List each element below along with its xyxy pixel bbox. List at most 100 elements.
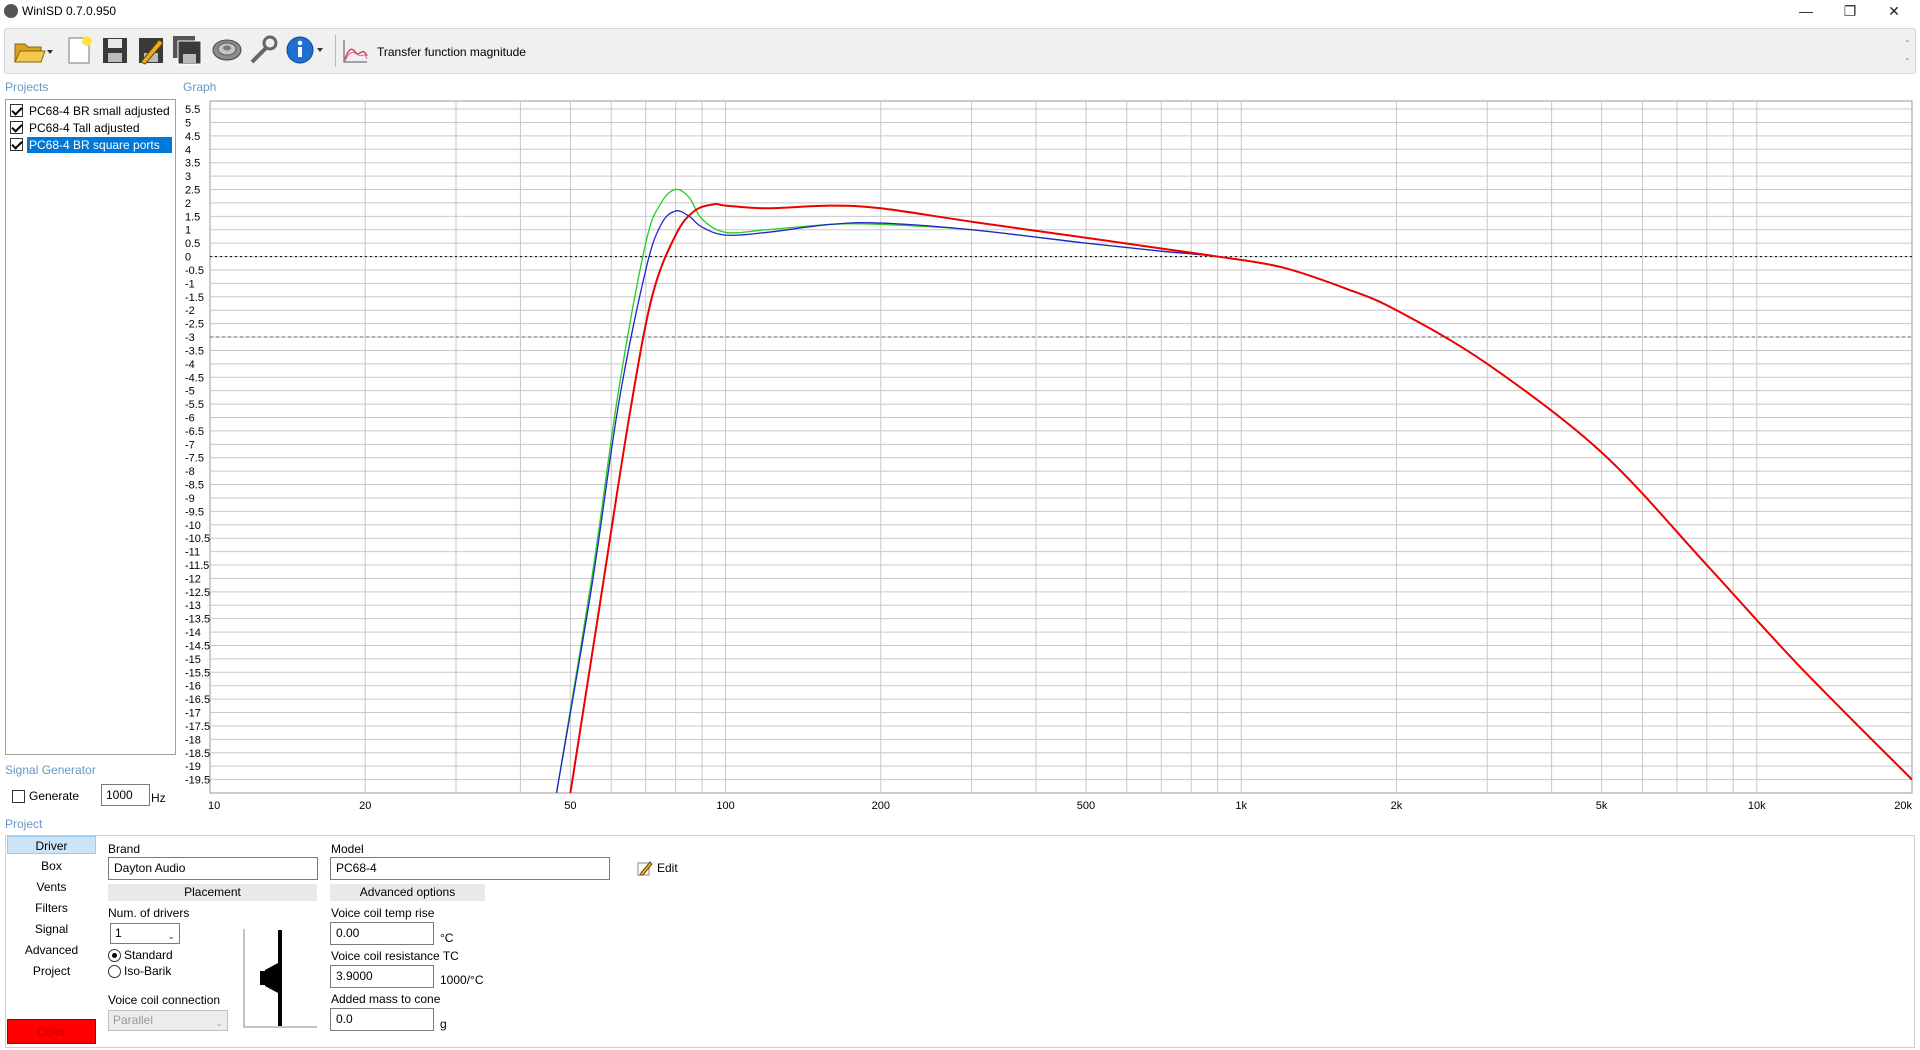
generate-checkbox[interactable] (12, 789, 25, 803)
tools-icon[interactable] (247, 34, 279, 66)
y-tick-label: -1 (185, 278, 195, 290)
y-tick-label: -14 (185, 627, 201, 639)
x-tick-label: 5k (1596, 800, 1608, 812)
nav-driver[interactable]: Driver (7, 836, 96, 854)
restore-icon[interactable]: ❐ (1828, 0, 1872, 22)
x-tick-label: 10 (208, 800, 220, 812)
y-tick-label: -6.5 (185, 426, 204, 438)
num-drivers-select[interactable]: 1 ⌄ (110, 923, 180, 944)
y-tick-label: 5.5 (185, 104, 200, 116)
vc-resistance-field[interactable]: 3.9000 (330, 965, 434, 988)
isobarik-option[interactable]: Iso-Barik (108, 964, 171, 978)
model-field[interactable]: PC68-4 (330, 857, 610, 880)
y-tick-label: -3 (185, 332, 195, 344)
y-tick-label: -8 (185, 466, 195, 478)
y-tick-label: -4.5 (185, 372, 204, 384)
nav-project[interactable]: Project (7, 962, 96, 980)
y-tick-label: -9.5 (185, 506, 204, 518)
project-item[interactable]: PC68-4 BR square ports (10, 136, 172, 153)
minimize-icon[interactable]: — (1784, 0, 1828, 22)
project-checkbox[interactable] (10, 138, 23, 151)
project-label: PC68-4 Tall adjusted (29, 120, 140, 135)
x-tick-label: 20k (1894, 800, 1912, 812)
y-tick-label: -10 (185, 520, 201, 532)
y-tick-label: -15 (185, 654, 201, 666)
brand-field[interactable]: Dayton Audio (108, 857, 318, 880)
isobarik-radio[interactable] (108, 964, 121, 978)
vc-connection-select[interactable]: Parallel ⌄ (108, 1010, 228, 1031)
pencil-icon (637, 861, 653, 876)
added-mass-unit: g (440, 1017, 447, 1031)
x-tick-label: 2k (1391, 800, 1403, 812)
y-tick-label: -19.5 (185, 775, 210, 787)
nav-vents[interactable]: Vents (7, 878, 96, 896)
nav-signal[interactable]: Signal (7, 920, 96, 938)
project-heading: Project (5, 817, 43, 831)
project-item[interactable]: PC68-4 BR small adjusted (10, 102, 172, 119)
advanced-options-header: Advanced options (330, 884, 485, 901)
y-tick-label: -18.5 (185, 748, 210, 760)
title-bar: WinISD 0.7.0.950 — ❐ ✕ (0, 0, 1920, 22)
graph-icon[interactable] (341, 37, 369, 65)
y-tick-label: -0.5 (185, 265, 204, 277)
save-all-icon[interactable] (171, 34, 203, 66)
transfer-function-chart[interactable]: 5.55 4.54 3.53 2.521.5 10.5 0-0.5-1 -1.5-2 -2.5… (180, 96, 1920, 812)
open-folder-icon[interactable] (13, 34, 53, 66)
y-tick-label: -16 (185, 681, 201, 693)
generate-label: Generate (29, 789, 80, 803)
driver-editor-icon[interactable] (211, 34, 243, 66)
placement-header: Placement (108, 884, 317, 901)
x-tick-label: 500 (1077, 800, 1095, 812)
driver-placement-diagram (243, 929, 317, 1028)
new-project-icon[interactable] (63, 34, 95, 66)
projects-list[interactable]: PC68-4 BR small adjusted PC68-4 Tall adj… (5, 99, 176, 755)
y-tick-label: -7.5 (185, 453, 204, 465)
standard-label: Standard (124, 948, 173, 962)
vc-temp-field[interactable]: 0.00 (330, 922, 434, 945)
chevron-down-icon: ⌄ (167, 931, 175, 941)
y-tick-label: -11 (185, 547, 200, 559)
y-tick-label: -6 (185, 412, 195, 424)
y-tick-label: -10.5 (185, 533, 210, 545)
x-tick-label: 50 (564, 800, 576, 812)
num-drivers-value: 1 (115, 926, 122, 940)
y-tick-label: 2 (185, 198, 191, 210)
added-mass-field[interactable]: 0.0 (330, 1008, 434, 1031)
chevron-down-icon: ⌄ (215, 1018, 223, 1028)
project-checkbox[interactable] (10, 121, 23, 134)
y-tick-label: -1.5 (185, 292, 204, 304)
y-tick-label: 4.5 (185, 131, 200, 143)
projects-heading: Projects (5, 80, 49, 94)
info-icon[interactable] (285, 34, 323, 66)
graph-type-selector[interactable]: Transfer function magnitude (377, 45, 526, 59)
y-tick-label: -13.5 (185, 614, 210, 626)
y-tick-label: -5 (185, 386, 195, 398)
x-tick-label: 20 (359, 800, 371, 812)
project-checkbox[interactable] (10, 104, 23, 117)
standard-option[interactable]: Standard (108, 948, 173, 962)
edit-label: Edit (657, 861, 678, 875)
close-icon[interactable]: ✕ (1872, 0, 1916, 22)
y-tick-label: -19 (185, 761, 201, 773)
save-as-icon[interactable] (135, 34, 167, 66)
project-item[interactable]: PC68-4 Tall adjusted (10, 119, 142, 136)
nav-box[interactable]: Box (7, 857, 96, 875)
model-label: Model (331, 842, 364, 856)
generate-toggle[interactable]: Generate (12, 789, 79, 803)
y-tick-label: -3.5 (185, 345, 204, 357)
y-tick-label: 5 (185, 117, 191, 129)
x-tick-label: 10k (1748, 800, 1766, 812)
toolbar-overflow[interactable]: - - (1906, 33, 1909, 69)
color-button[interactable]: Color (7, 1019, 96, 1044)
nav-filters[interactable]: Filters (7, 899, 96, 917)
standard-radio[interactable] (108, 948, 121, 962)
x-tick-label: 200 (872, 800, 890, 812)
y-tick-label: -17.5 (185, 721, 210, 733)
num-drivers-label: Num. of drivers (108, 906, 190, 920)
nav-advanced[interactable]: Advanced (7, 941, 96, 959)
frequency-input[interactable]: 1000 (101, 784, 150, 806)
y-tick-label: 1 (185, 225, 191, 237)
edit-button[interactable]: Edit (637, 860, 678, 876)
save-icon[interactable] (99, 34, 131, 66)
overflow-mark: - (1905, 54, 1909, 65)
